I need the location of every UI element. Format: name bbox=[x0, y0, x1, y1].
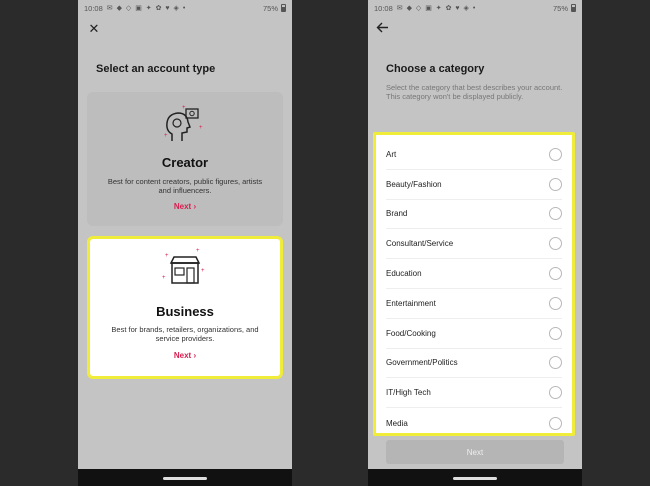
svg-text:+: + bbox=[164, 133, 168, 139]
business-description: Best for brands, retailers, organization… bbox=[111, 325, 259, 343]
svg-text:+: + bbox=[182, 105, 186, 111]
category-label: Food/Cooking bbox=[386, 328, 436, 338]
battery-icon bbox=[281, 4, 286, 12]
next-button[interactable]: Next bbox=[386, 440, 564, 464]
radio-button[interactable] bbox=[549, 386, 562, 400]
status-time: 10:08 bbox=[374, 3, 393, 13]
category-hint: Select the category that best describes … bbox=[386, 83, 563, 101]
status-bar: 10:08 ✉ ◆ ◇ ▣ ✦ ✿ ♥ ◈ • 75% bbox=[78, 0, 292, 16]
radio-button[interactable] bbox=[549, 207, 562, 221]
home-handle[interactable] bbox=[453, 477, 497, 480]
account-type-screen: 10:08 ✉ ◆ ◇ ▣ ✦ ✿ ♥ ◈ • 75% ✕ Select an … bbox=[78, 0, 292, 486]
radio-button[interactable] bbox=[549, 326, 562, 340]
business-title: Business bbox=[156, 304, 214, 319]
category-screen: 10:08 ✉ ◆ ◇ ▣ ✦ ✿ ♥ ◈ • 75% Choose a cat… bbox=[368, 0, 582, 486]
creator-next-link[interactable]: Next › bbox=[87, 202, 283, 211]
category-label: Beauty/Fashion bbox=[386, 179, 442, 189]
notification-icons: ✉ ◆ ◇ ▣ ✦ ✿ ♥ ◈ • bbox=[106, 5, 187, 12]
status-bar: 10:08 ✉ ◆ ◇ ▣ ✦ ✿ ♥ ◈ • 75% bbox=[368, 0, 582, 16]
radio-button[interactable] bbox=[549, 416, 562, 430]
category-item[interactable]: IT/High Tech bbox=[386, 378, 562, 409]
category-item[interactable]: Food/Cooking bbox=[386, 319, 562, 349]
navigation-bar bbox=[368, 469, 582, 486]
battery-percent: 75% bbox=[552, 3, 568, 13]
category-item[interactable]: Consultant/Service bbox=[386, 229, 562, 260]
close-icon[interactable]: ✕ bbox=[86, 20, 102, 36]
home-handle[interactable] bbox=[163, 477, 207, 480]
category-item[interactable]: Beauty/Fashion bbox=[386, 170, 562, 200]
category-label: Art bbox=[386, 149, 397, 159]
navigation-bar bbox=[78, 469, 292, 486]
status-time: 10:08 bbox=[84, 3, 103, 13]
category-label: Brand bbox=[386, 209, 408, 219]
category-label: Media bbox=[386, 418, 408, 428]
creator-card[interactable]: + + + Creator Best for content creators,… bbox=[87, 92, 283, 226]
storefront-icon: + + + + bbox=[162, 248, 205, 284]
category-item[interactable]: Entertainment bbox=[386, 289, 562, 319]
back-arrow-icon[interactable] bbox=[374, 19, 390, 35]
svg-text:+: + bbox=[165, 253, 169, 259]
category-item[interactable]: Brand bbox=[386, 200, 562, 230]
svg-text:+: + bbox=[199, 125, 203, 131]
battery-percent: 75% bbox=[262, 3, 278, 13]
creator-title: Creator bbox=[161, 155, 209, 170]
category-label: Consultant/Service bbox=[386, 239, 454, 249]
category-label: Education bbox=[386, 269, 422, 279]
radio-button[interactable] bbox=[549, 296, 562, 310]
creator-head-icon: + + + bbox=[164, 105, 203, 141]
category-label: IT/High Tech bbox=[386, 388, 431, 398]
radio-button[interactable] bbox=[549, 147, 562, 161]
category-item[interactable]: Education bbox=[386, 259, 562, 289]
category-list: Art Beauty/Fashion Brand Consultant/Serv… bbox=[373, 132, 575, 436]
radio-button[interactable] bbox=[549, 267, 562, 281]
category-label: Government/Politics bbox=[386, 358, 458, 368]
radio-button[interactable] bbox=[549, 356, 562, 370]
notification-icons: ✉ ◆ ◇ ▣ ✦ ✿ ♥ ◈ • bbox=[396, 5, 477, 12]
category-item[interactable]: Media bbox=[386, 408, 562, 438]
business-next-link[interactable]: Next › bbox=[90, 351, 280, 360]
category-item[interactable]: Government/Politics bbox=[386, 349, 562, 379]
radio-button[interactable] bbox=[549, 177, 562, 191]
business-card[interactable]: + + + + Business Best for brands, retail… bbox=[87, 236, 283, 379]
battery-icon bbox=[571, 4, 576, 12]
creator-description: Best for content creators, public figure… bbox=[107, 177, 263, 195]
svg-text:+: + bbox=[201, 268, 205, 274]
category-label: Entertainment bbox=[386, 298, 436, 308]
svg-text:+: + bbox=[196, 248, 200, 254]
radio-button[interactable] bbox=[549, 237, 562, 251]
category-item[interactable]: Art bbox=[386, 140, 562, 170]
page-title: Choose a category bbox=[386, 63, 485, 75]
page-title: Select an account type bbox=[96, 63, 216, 75]
svg-text:+: + bbox=[162, 275, 166, 281]
